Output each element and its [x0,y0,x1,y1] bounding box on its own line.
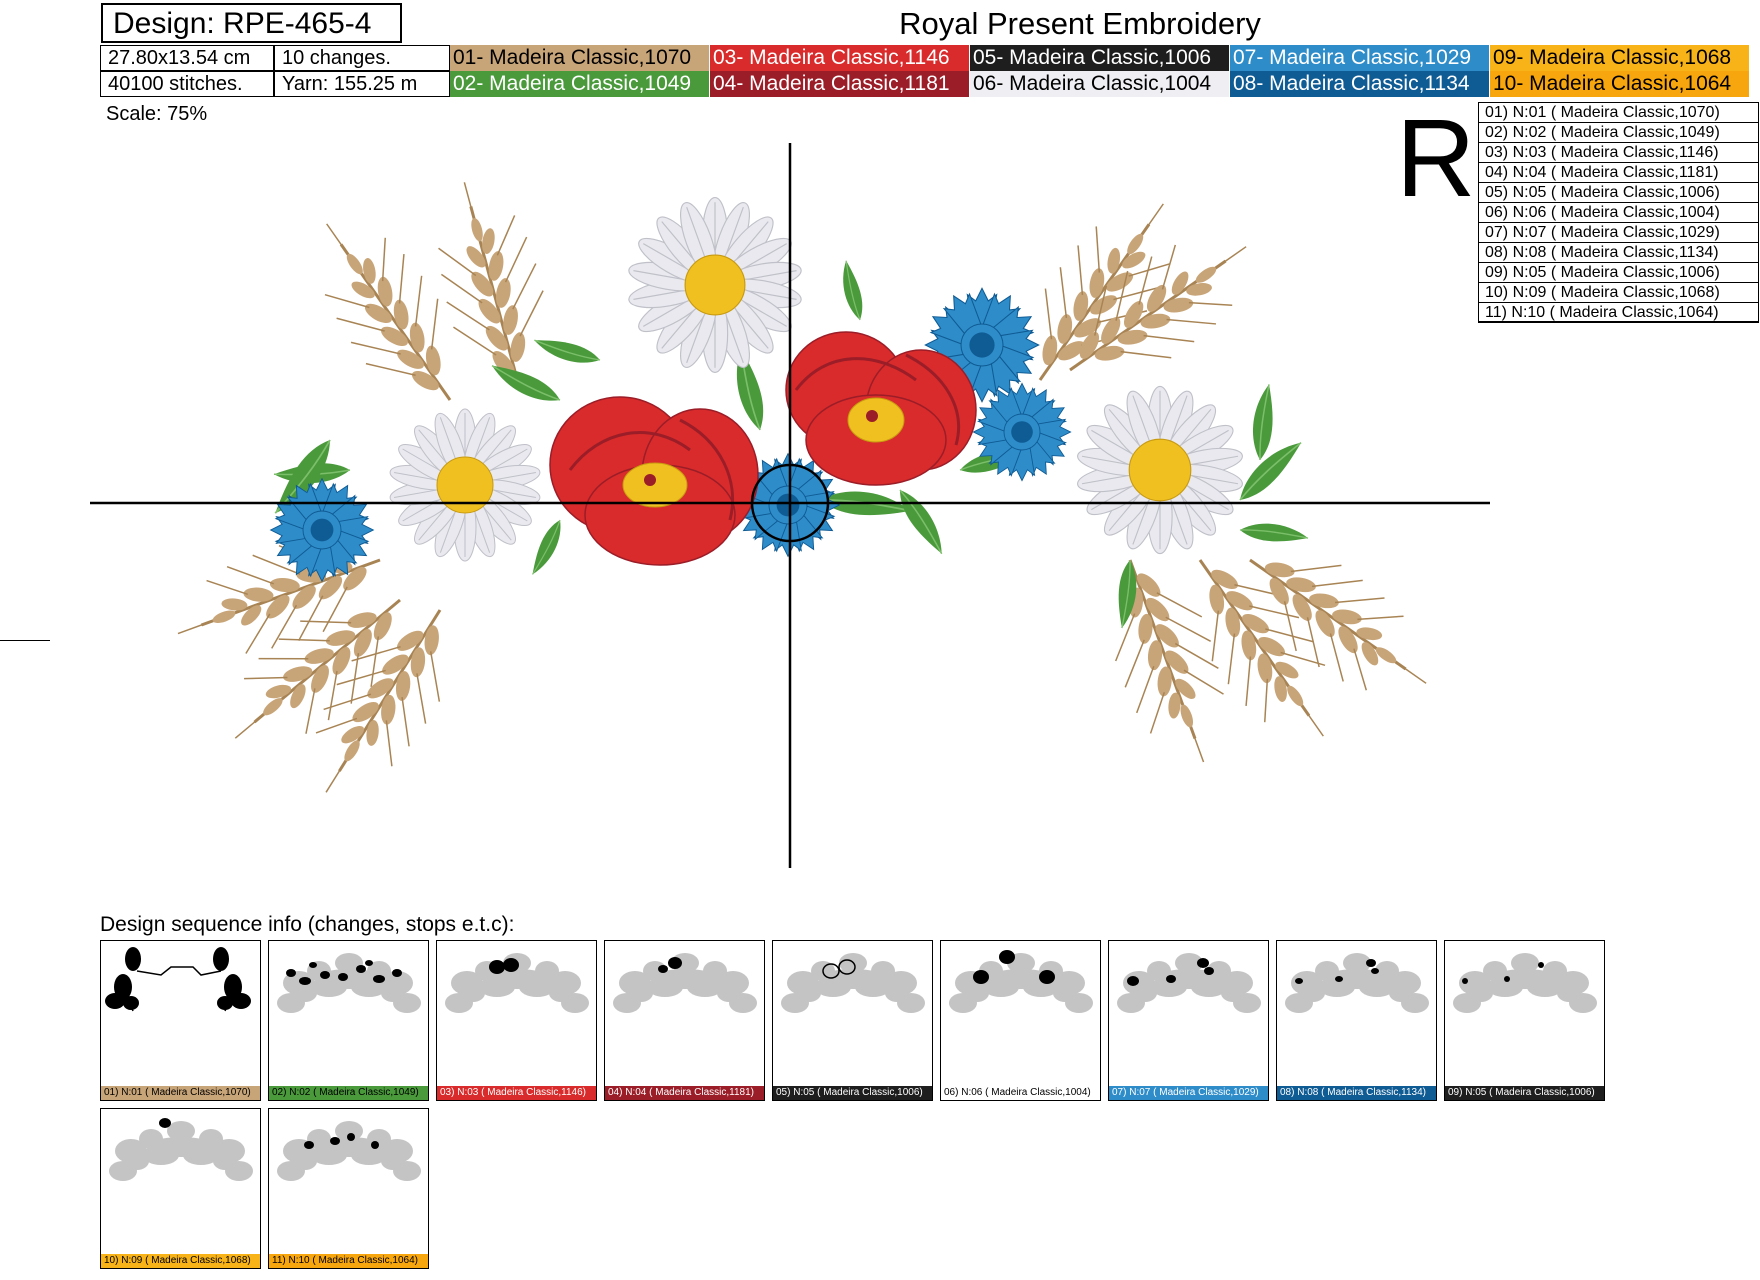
daisy-top [626,197,804,373]
sequence-step-card: 06) N:06 ( Madeira Classic,1004) [940,940,1101,1101]
sequence-step-label: 09) N:05 ( Madeira Classic,1006) [1445,1086,1604,1100]
sequence-step-card: 04) N:04 ( Madeira Classic,1181) [604,940,765,1101]
sequence-thumbnail [445,953,589,1013]
sequence-thumbnail [277,1121,421,1181]
sequence-title: Design sequence info (changes, stops e.t… [100,913,515,936]
sequence-step-card: 10) N:09 ( Madeira Classic,1068) [100,1108,261,1269]
sequence-thumbnail [613,953,757,1013]
sequence-step-label: 03) N:03 ( Madeira Classic,1146) [437,1086,596,1100]
sequence-step-label: 10) N:09 ( Madeira Classic,1068) [101,1254,260,1268]
sequence-thumbnail [105,947,253,1013]
sequence-thumbnail [277,953,421,1013]
sequence-step-card: 08) N:08 ( Madeira Classic,1134) [1276,940,1437,1101]
sequence-step-label: 01) N:01 ( Madeira Classic,1070) [101,1086,260,1100]
sequence-thumbnail [109,1118,253,1181]
sequence-step-card: 07) N:07 ( Madeira Classic,1029) [1108,940,1269,1101]
daisy-right [1075,385,1245,555]
sequence-step-card: 09) N:05 ( Madeira Classic,1006) [1444,940,1605,1101]
poppy-left [549,396,759,566]
sequence-step-card: 02) N:02 ( Madeira Classic,1049) [268,940,429,1101]
sequence-thumbnail [1453,953,1597,1013]
sequence-step-card: 01) N:01 ( Madeira Classic,1070) [100,940,261,1101]
sequence-step-label: 02) N:02 ( Madeira Classic,1049) [269,1086,428,1100]
daisy-left [387,408,543,562]
sequence-step-label: 11) N:10 ( Madeira Classic,1064) [269,1254,428,1268]
sequence-thumbnail [781,953,925,1013]
sequence-thumbnail [949,950,1093,1013]
sequence-step-label: 06) N:06 ( Madeira Classic,1004) [941,1086,1100,1100]
sequence-step-card: 05) N:05 ( Madeira Classic,1006) [772,940,933,1101]
sequence-step-label: 07) N:07 ( Madeira Classic,1029) [1109,1086,1268,1100]
embroidery-design-preview [90,143,1490,868]
sequence-step-card: 11) N:10 ( Madeira Classic,1064) [268,1108,429,1269]
sequence-step-label: 04) N:04 ( Madeira Classic,1181) [605,1086,764,1100]
sequence-thumbnail [1117,953,1261,1013]
sequence-step-label: 08) N:08 ( Madeira Classic,1134) [1277,1086,1436,1100]
sequence-step-label: 05) N:05 ( Madeira Classic,1006) [773,1086,932,1100]
sequence-step-card: 03) N:03 ( Madeira Classic,1146) [436,940,597,1101]
sequence-thumbnail [1285,953,1429,1013]
